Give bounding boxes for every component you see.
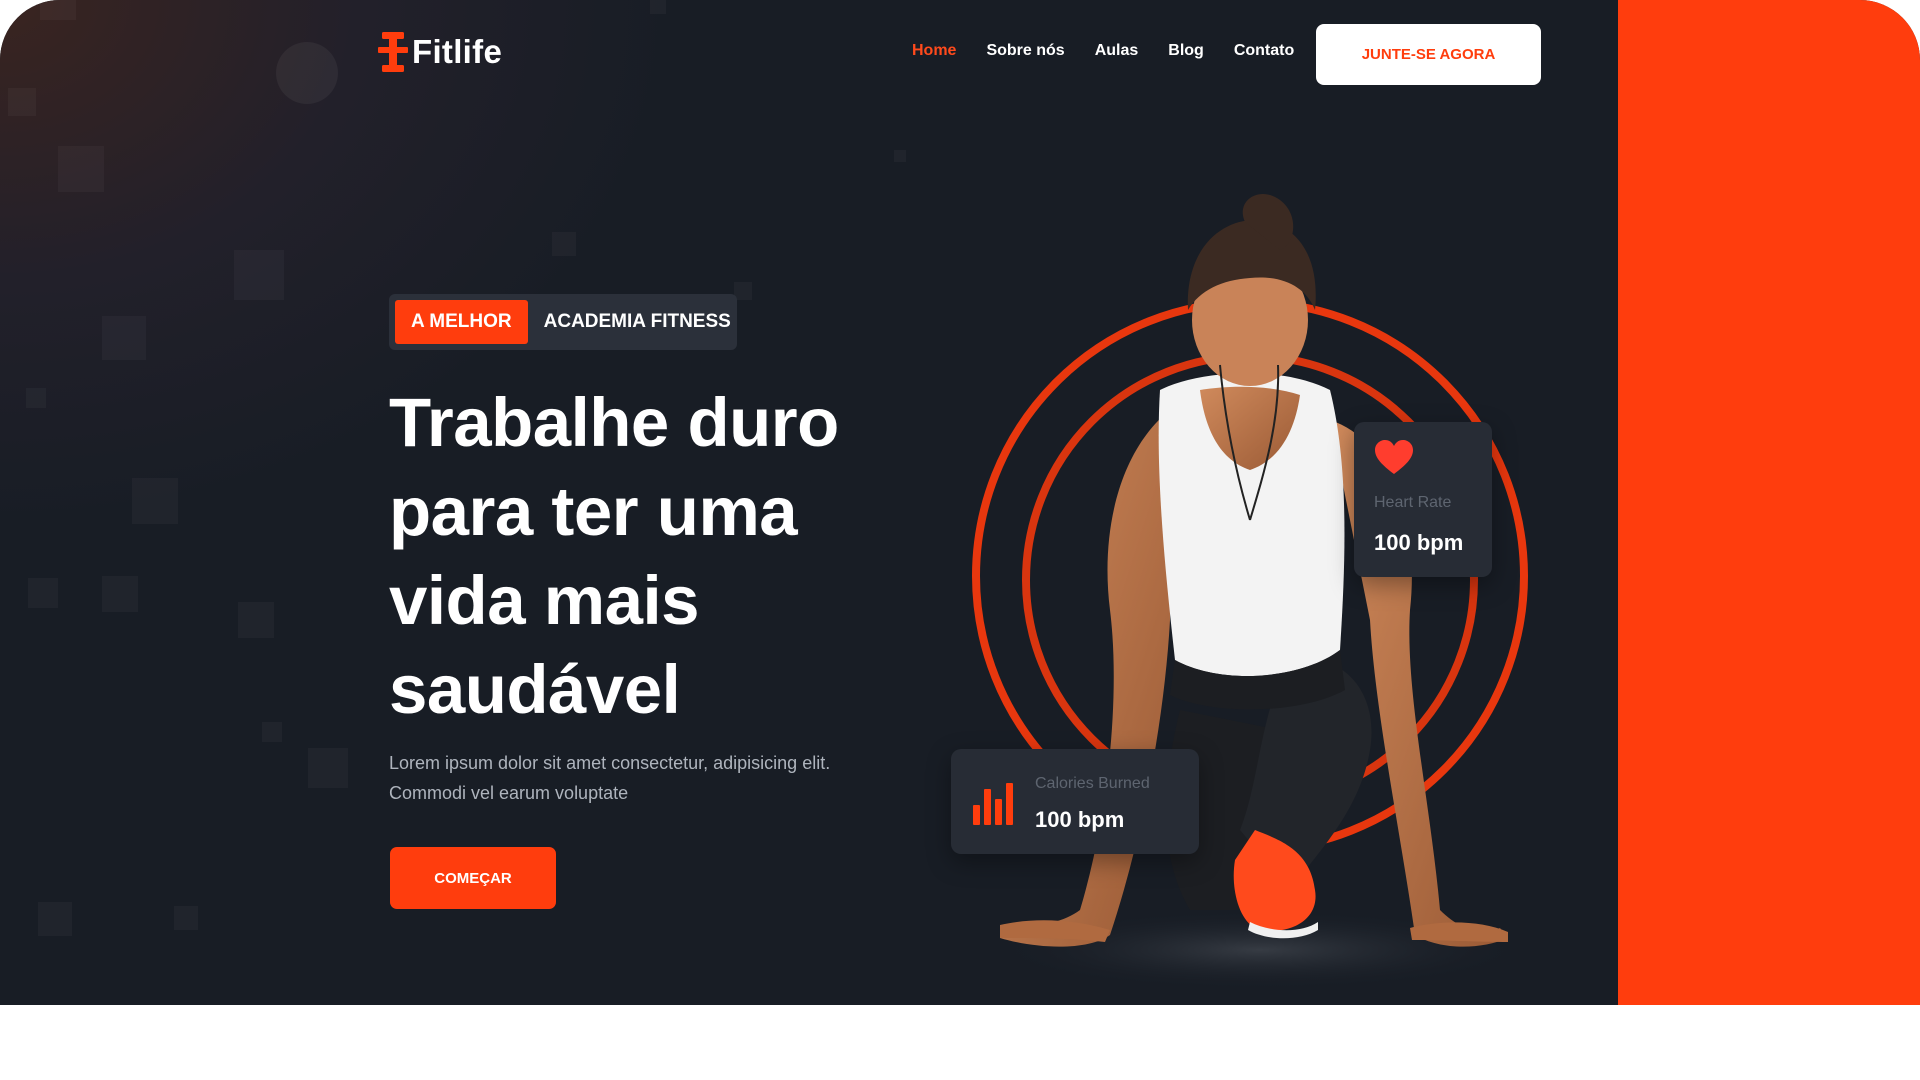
calories-card: Calories Burned 100 bpm [951, 749, 1199, 854]
logo[interactable]: Fitlife [378, 30, 502, 74]
heart-icon [1375, 440, 1413, 474]
logo-text: Fitlife [412, 33, 503, 70]
decorative-square [102, 576, 138, 612]
decorative-square [8, 88, 36, 116]
tagline-accent: A MELHOR [395, 300, 528, 344]
decorative-square [40, 0, 76, 20]
decorative-square [26, 388, 46, 408]
decorative-square [132, 478, 178, 524]
calories-value: 100 bpm [1035, 807, 1125, 832]
get-started-button[interactable]: COMEÇAR [390, 847, 556, 909]
heart-rate-card: Heart Rate 100 bpm [1354, 422, 1492, 577]
athlete-image [990, 193, 1530, 990]
decorative-square [262, 722, 282, 742]
accent-side-panel [1618, 0, 1920, 1005]
hero-section: Fitlife Home Sobre nós Aulas Blog Contat… [0, 0, 1618, 1005]
decorative-square [38, 902, 72, 936]
decorative-square [552, 232, 576, 256]
hero-description: Lorem ipsum dolor sit amet consectetur, … [389, 753, 831, 803]
decorative-square [28, 578, 58, 608]
calories-label: Calories Burned [1035, 775, 1150, 792]
decorative-square [174, 906, 198, 930]
main-nav: Home Sobre nós Aulas Blog Contato [912, 42, 1294, 60]
decorative-circle [276, 42, 338, 104]
decorative-square [894, 150, 906, 162]
decorative-square [234, 250, 284, 300]
dumbbell-icon [378, 30, 408, 74]
nav-item-blog[interactable]: Blog [1168, 42, 1204, 60]
decorative-square [238, 602, 274, 638]
nav-item-contato[interactable]: Contato [1234, 42, 1294, 60]
hero-tagline: A MELHOR ACADEMIA FITNESS [389, 294, 737, 350]
decorative-square [102, 316, 146, 360]
nav-item-home[interactable]: Home [912, 42, 956, 60]
decorative-square [58, 146, 104, 192]
nav-item-sobre-nos[interactable]: Sobre nós [986, 42, 1064, 60]
join-now-button[interactable]: JUNTE-SE AGORA [1316, 24, 1541, 85]
hero-headline: Trabalhe duro para ter uma vida mais sau… [389, 384, 839, 728]
heart-rate-label: Heart Rate [1374, 494, 1452, 511]
nav-item-aulas[interactable]: Aulas [1095, 42, 1139, 60]
decorative-square [308, 748, 348, 788]
decorative-square [650, 0, 666, 14]
heart-rate-value: 100 bpm [1374, 530, 1464, 555]
bar-chart-icon [973, 783, 1013, 825]
tagline-text: ACADEMIA FITNESS [543, 311, 731, 332]
page-frame: Fitlife Home Sobre nós Aulas Blog Contat… [0, 0, 1920, 1005]
